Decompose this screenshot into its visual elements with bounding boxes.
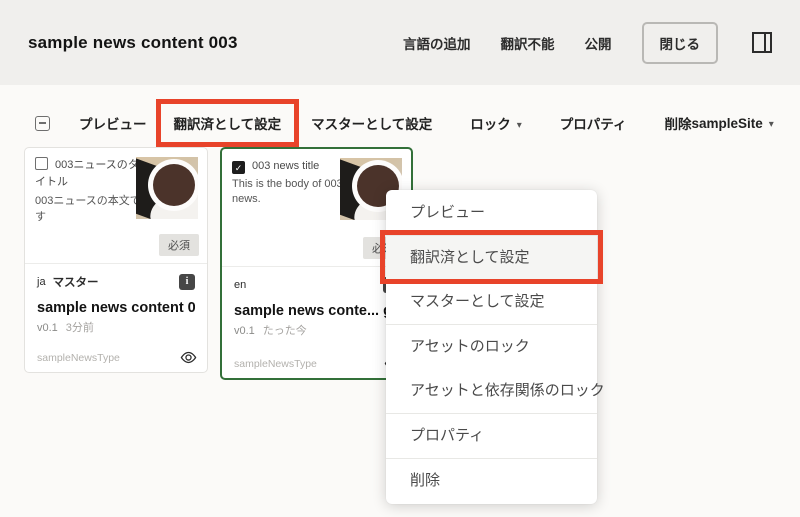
card-title-field: ✓ 003 news title [232, 158, 356, 175]
card-type-row: sampleNewsType [37, 351, 197, 364]
menu-item-properties[interactable]: プロパティ [386, 414, 597, 458]
close-button[interactable]: 閉じる [642, 22, 719, 64]
card-asset-name: sample news content 003 [37, 300, 195, 316]
menu-item-preview[interactable]: プレビュー [386, 191, 597, 235]
info-icon[interactable]: i [179, 274, 195, 290]
card-title-field: 003ニュースのタイトル [35, 157, 149, 190]
toolbar-properties-button[interactable]: プロパティ [560, 113, 627, 133]
content-type-label: sampleNewsType [234, 358, 317, 370]
menu-item-lock-asset[interactable]: アセットのロック [386, 325, 597, 369]
chevron-down-icon: ▾ [517, 120, 522, 131]
side-panel-icon[interactable] [752, 32, 772, 53]
card-checkbox-checked[interactable]: ✓ [232, 161, 245, 174]
time-ago-label: 3分前 [66, 322, 94, 334]
version-label: v0.1 [37, 322, 58, 334]
menu-item-set-translated[interactable]: 翻訳済として設定 [386, 236, 597, 280]
toolbar-set-translated-button[interactable]: 翻訳済として設定 [156, 99, 300, 147]
action-toolbar: プレビュー 翻訳済として設定 マスターとして設定 ロック ▾ プロパティ 削除 s… [24, 99, 772, 147]
card-title-label: 003 news title [252, 160, 319, 172]
deselect-all-checkbox[interactable] [35, 116, 50, 131]
master-tag: マスター [53, 274, 99, 290]
card-language-row: ja マスター i [37, 274, 195, 290]
card-body-text: 003ニュースの本文です [35, 194, 149, 226]
card-version-row: v0.1 3分前 [37, 319, 195, 335]
menu-item-set-master[interactable]: マスターとして設定 [386, 280, 597, 324]
card-asset-name: sample news conte... glish [234, 303, 399, 319]
toolbar-lock-dropdown[interactable]: ロック ▾ [470, 113, 522, 133]
toolbar-set-master-button[interactable]: マスターとして設定 [311, 113, 432, 133]
top-header: sample news content 003 言語の追加 翻訳不能 公開 閉じ… [0, 0, 800, 85]
page-title: sample news content 003 [28, 33, 238, 53]
toolbar-delete-button[interactable]: 削除 [664, 113, 691, 133]
toolbar-lock-label: ロック [470, 117, 511, 132]
required-badge: 必須 [159, 234, 199, 256]
menu-item-delete[interactable]: 削除 [386, 459, 597, 503]
card-title-label: 003ニュースのタイトル [35, 159, 139, 188]
time-ago-label: たった今 [263, 325, 307, 337]
toolbar-preview-button[interactable]: プレビュー [79, 113, 147, 133]
photo-coffee [153, 164, 195, 206]
card-footer: en i sample news conte... glish v0.1 たった今… [222, 266, 411, 378]
card-language-row: en i [234, 277, 399, 293]
content-type-label: sampleNewsType [37, 352, 120, 364]
preview-eye-icon[interactable] [180, 351, 197, 364]
chevron-down-icon: ▾ [769, 119, 774, 130]
add-language-button[interactable]: 言語の追加 [403, 33, 471, 53]
site-selector-label: sampleSite [691, 116, 762, 131]
card-preview-area: ✓003 news title This is the body of 003 … [222, 149, 411, 266]
menu-item-lock-asset-dependencies[interactable]: アセットと依存関係のロック [386, 369, 597, 413]
card-footer: ja マスター i sample news content 003 v0.1 3分… [25, 263, 207, 372]
card-type-row: sampleNewsType [234, 357, 401, 370]
version-label: v0.1 [234, 325, 255, 337]
context-menu: プレビュー 翻訳済として設定 マスターとして設定 アセットのロック アセットと依… [386, 190, 597, 504]
language-code: ja [37, 276, 46, 288]
card-checkbox[interactable] [35, 157, 48, 170]
asset-card-ja[interactable]: 003ニュースのタイトル 003ニュースの本文です 必須 ja マスター i s… [24, 147, 208, 373]
card-version-row: v0.1 たった今 [234, 322, 399, 338]
publish-button[interactable]: 公開 [585, 33, 612, 53]
language-code: en [234, 279, 246, 291]
card-preview-area: 003ニュースのタイトル 003ニュースの本文です 必須 [25, 148, 207, 263]
untranslatable-button[interactable]: 翻訳不能 [501, 33, 555, 53]
coffee-photo-thumbnail [136, 157, 198, 219]
header-actions: 言語の追加 翻訳不能 公開 閉じる [403, 22, 772, 64]
asset-card-en-selected[interactable]: ✓003 news title This is the body of 003 … [220, 147, 413, 380]
site-selector-dropdown[interactable]: sampleSite ▾ [691, 116, 773, 131]
